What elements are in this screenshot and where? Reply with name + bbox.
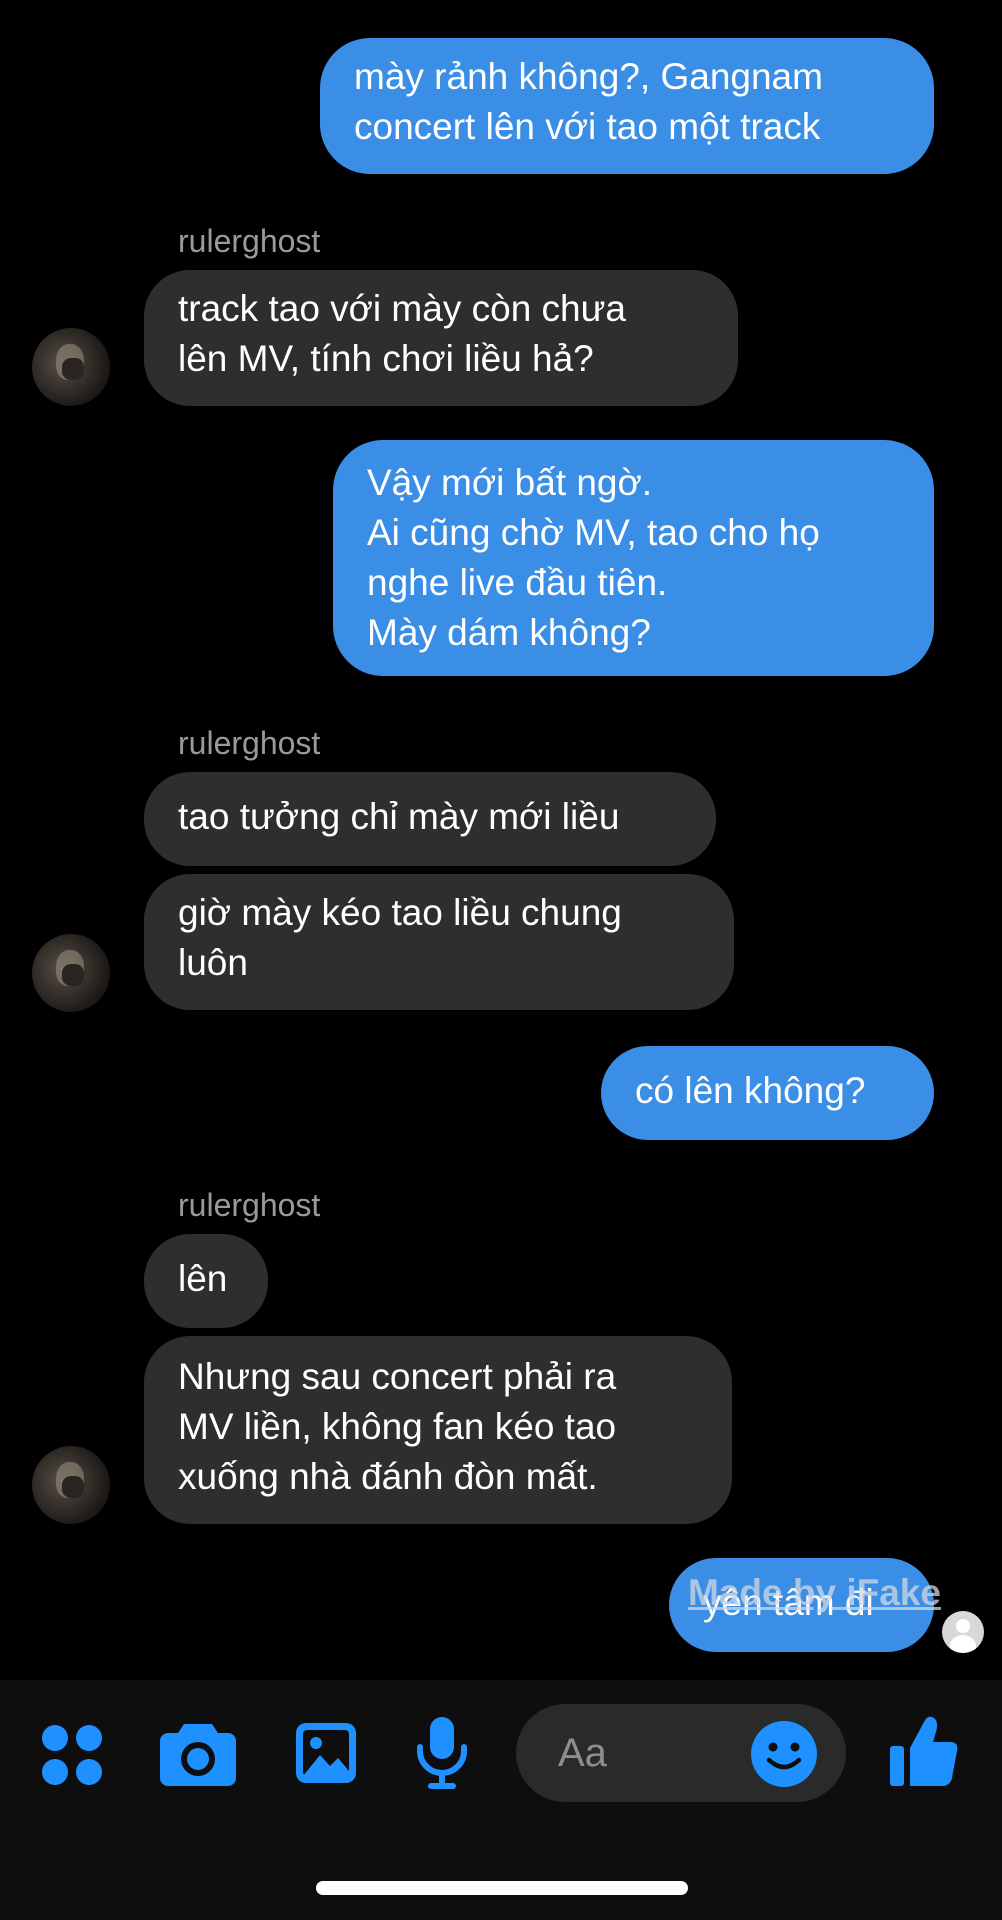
apps-icon[interactable] <box>40 1723 104 1787</box>
sender-name: rulerghost <box>178 223 321 259</box>
emoji-icon[interactable] <box>750 1720 818 1788</box>
sender-name: rulerghost <box>178 1187 321 1223</box>
avatar[interactable] <box>32 934 110 1012</box>
microphone-icon[interactable] <box>414 1715 470 1791</box>
message-bubble-outgoing[interactable]: có lên không? <box>601 1046 934 1140</box>
message-bubble-outgoing[interactable]: mày rảnh không?, Gangnam concert lên với… <box>320 38 934 174</box>
avatar[interactable] <box>32 1446 110 1524</box>
message-input-placeholder: Aa <box>558 1731 607 1775</box>
message-bubble-outgoing[interactable]: Vậy mới bất ngờ. Ai cũng chờ MV, tao cho… <box>333 440 934 676</box>
message-bubble-incoming[interactable]: tao tưởng chỉ mày mới liều <box>144 772 716 866</box>
message-bubble-incoming[interactable]: track tao với mày còn chưa lên MV, tính … <box>144 270 738 406</box>
read-receipt-avatar <box>942 1611 984 1653</box>
sender-name: rulerghost <box>178 725 321 761</box>
camera-icon[interactable] <box>160 1720 236 1786</box>
home-indicator <box>316 1881 688 1895</box>
message-bubble-incoming[interactable]: giờ mày kéo tao liều chung luôn <box>144 874 734 1010</box>
watermark: Made by iFake <box>688 1572 941 1613</box>
message-bubble-incoming[interactable]: lên <box>144 1234 268 1328</box>
gallery-icon[interactable] <box>294 1721 358 1785</box>
avatar[interactable] <box>32 328 110 406</box>
thumbs-up-icon[interactable] <box>888 1714 960 1790</box>
message-bubble-incoming[interactable]: Nhưng sau concert phải ra MV liền, không… <box>144 1336 732 1524</box>
